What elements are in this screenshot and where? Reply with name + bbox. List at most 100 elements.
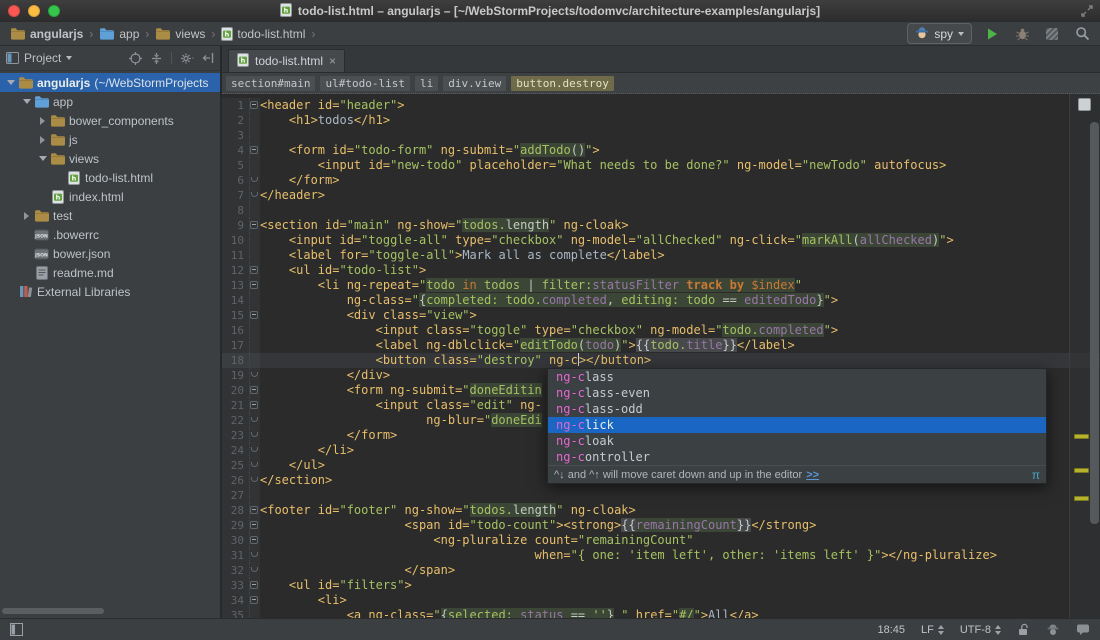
code-line-17[interactable]: 17 <label ng-dblclick="editTodo(todo)">{…	[222, 338, 1100, 353]
code-line-5[interactable]: 5 <input id="new-todo" placeholder="What…	[222, 158, 1100, 173]
close-window-button[interactable]	[8, 5, 20, 17]
code-line-15[interactable]: 15 <div class="view">	[222, 308, 1100, 323]
editor-scrollbar-stripe[interactable]	[1069, 94, 1100, 618]
completion-item-ng-cloak[interactable]: ng-cloak	[548, 433, 1046, 449]
chevron-right-icon[interactable]	[36, 117, 49, 125]
tree-item-js[interactable]: js	[0, 130, 220, 149]
code-line-28[interactable]: 28<footer id="footer" ng-show="todos.len…	[222, 503, 1100, 518]
fullscreen-icon[interactable]	[1080, 4, 1094, 23]
run-button[interactable]	[982, 24, 1002, 44]
chevron-down-icon[interactable]	[36, 152, 49, 165]
fold-marker-icon[interactable]	[250, 413, 260, 428]
code-line-7[interactable]: 7</header>	[222, 188, 1100, 203]
code-line-35[interactable]: 35 <a ng-class="{selected: status == ''}…	[222, 608, 1100, 618]
collapse-all-icon[interactable]	[150, 52, 163, 65]
event-log-bubble-icon[interactable]	[1076, 623, 1090, 636]
chevron-down-icon[interactable]	[4, 76, 17, 89]
fold-marker-icon[interactable]	[250, 173, 260, 188]
editor-vscrollbar[interactable]	[1090, 122, 1099, 524]
tree-item--bowerrc[interactable]: JSON.bowerrc	[0, 225, 220, 244]
code-line-10[interactable]: 10 <input id="toggle-all" type="checkbox…	[222, 233, 1100, 248]
html-crumb-section-main[interactable]: section#main	[226, 76, 315, 91]
spy-status-icon[interactable]	[1046, 623, 1060, 636]
fold-marker-icon[interactable]	[250, 473, 260, 488]
fold-marker-icon[interactable]	[250, 428, 260, 443]
project-panel-hscrollbar[interactable]	[2, 608, 104, 614]
search-everywhere-icon[interactable]	[1072, 24, 1092, 44]
completion-item-ng-controller[interactable]: ng-controller	[548, 449, 1046, 465]
tree-item-readme-md[interactable]: readme.md	[0, 263, 220, 282]
minimize-window-button[interactable]	[28, 5, 40, 17]
tree-item-bower-components[interactable]: bower_components	[0, 111, 220, 130]
hide-panel-icon[interactable]	[202, 52, 214, 64]
fold-marker-icon[interactable]	[250, 458, 260, 473]
completion-hint-link[interactable]: >>	[806, 469, 819, 481]
html-crumb-div-view[interactable]: div.view	[443, 76, 506, 91]
html-crumb-ul-todo-list[interactable]: ul#todo-list	[320, 76, 409, 91]
html-crumb-li[interactable]: li	[415, 76, 438, 91]
close-icon[interactable]	[329, 55, 336, 67]
fold-marker-icon[interactable]	[250, 398, 260, 413]
debug-button[interactable]	[1012, 24, 1032, 44]
fold-marker-icon[interactable]	[250, 548, 260, 563]
code-line-13[interactable]: 13 <li ng-repeat="todo in todos | filter…	[222, 278, 1100, 293]
locate-file-icon[interactable]	[129, 52, 142, 65]
gear-icon[interactable]	[180, 52, 194, 65]
fold-marker-icon[interactable]	[250, 503, 260, 518]
inspection-indicator[interactable]	[1078, 98, 1091, 111]
code-line-32[interactable]: 32 </span>	[222, 563, 1100, 578]
fold-marker-icon[interactable]	[250, 563, 260, 578]
warning-mark[interactable]	[1074, 468, 1089, 473]
fold-marker-icon[interactable]	[250, 578, 260, 593]
run-configuration-select[interactable]: spy	[907, 23, 972, 44]
caret-position[interactable]: 18:45	[877, 624, 905, 636]
code-line-31[interactable]: 31 when="{ one: 'item left', other: 'ite…	[222, 548, 1100, 563]
code-line-3[interactable]: 3	[222, 128, 1100, 143]
nav-crumb-todo-list-html[interactable]: htodo-list.html	[219, 26, 307, 42]
fold-marker-icon[interactable]	[250, 518, 260, 533]
code-line-14[interactable]: 14 ng-class="{completed: todo.completed,…	[222, 293, 1100, 308]
code-line-12[interactable]: 12 <ul id="todo-list">	[222, 263, 1100, 278]
fold-marker-icon[interactable]	[250, 98, 260, 113]
code-line-30[interactable]: 30 <ng-pluralize count="remainingCount"	[222, 533, 1100, 548]
fold-marker-icon[interactable]	[250, 593, 260, 608]
code-line-33[interactable]: 33 <ul id="filters">	[222, 578, 1100, 593]
fold-marker-icon[interactable]	[250, 308, 260, 323]
code-line-34[interactable]: 34 <li>	[222, 593, 1100, 608]
code-line-2[interactable]: 2 <h1>todos</h1>	[222, 113, 1100, 128]
code-line-1[interactable]: 1<header id="header">	[222, 98, 1100, 113]
completion-item-ng-click[interactable]: ng-click	[548, 417, 1046, 433]
line-separator-select[interactable]: LF	[921, 624, 944, 636]
fold-marker-icon[interactable]	[250, 188, 260, 203]
completion-item-ng-class[interactable]: ng-class	[548, 369, 1046, 385]
project-panel-header[interactable]: Project	[0, 46, 220, 71]
fold-marker-icon[interactable]	[250, 278, 260, 293]
html-crumb-button-destroy[interactable]: button.destroy	[511, 76, 614, 91]
code-line-18[interactable]: 18 <button class="destroy" ng-c></button…	[222, 353, 1100, 368]
fold-marker-icon[interactable]	[250, 443, 260, 458]
editor-area[interactable]: 1<header id="header">2 <h1>todos</h1> 34 …	[222, 94, 1100, 618]
nav-crumb-views[interactable]: views	[153, 26, 207, 42]
tree-item-bower-json[interactable]: JSONbower.json	[0, 244, 220, 263]
tree-item-index-html[interactable]: hindex.html	[0, 187, 220, 206]
fold-marker-icon[interactable]	[250, 263, 260, 278]
completion-item-ng-class-odd[interactable]: ng-class-odd	[548, 401, 1046, 417]
code-line-29[interactable]: 29 <span id="todo-count"><strong>{{remai…	[222, 518, 1100, 533]
warning-mark[interactable]	[1074, 434, 1089, 439]
fold-marker-icon[interactable]	[250, 218, 260, 233]
code-line-9[interactable]: 9<section id="main" ng-show="todos.lengt…	[222, 218, 1100, 233]
fold-marker-icon[interactable]	[250, 383, 260, 398]
code-line-6[interactable]: 6 </form>	[222, 173, 1100, 188]
warning-mark[interactable]	[1074, 496, 1089, 501]
tab-todo-list-html[interactable]: h todo-list.html	[228, 49, 345, 72]
chevron-down-icon[interactable]	[20, 95, 33, 108]
run-with-coverage-button[interactable]	[1042, 24, 1062, 44]
nav-crumb-angularjs[interactable]: angularjs	[8, 26, 85, 42]
tree-item-app[interactable]: app	[0, 92, 220, 111]
zoom-window-button[interactable]	[48, 5, 60, 17]
chevron-right-icon[interactable]	[36, 136, 49, 144]
code-line-11[interactable]: 11 <label for="toggle-all">Mark all as c…	[222, 248, 1100, 263]
unlock-icon[interactable]	[1017, 623, 1030, 636]
tree-item-external-libraries[interactable]: External Libraries	[0, 282, 220, 301]
code-line-16[interactable]: 16 <input class="toggle" type="checkbox"…	[222, 323, 1100, 338]
